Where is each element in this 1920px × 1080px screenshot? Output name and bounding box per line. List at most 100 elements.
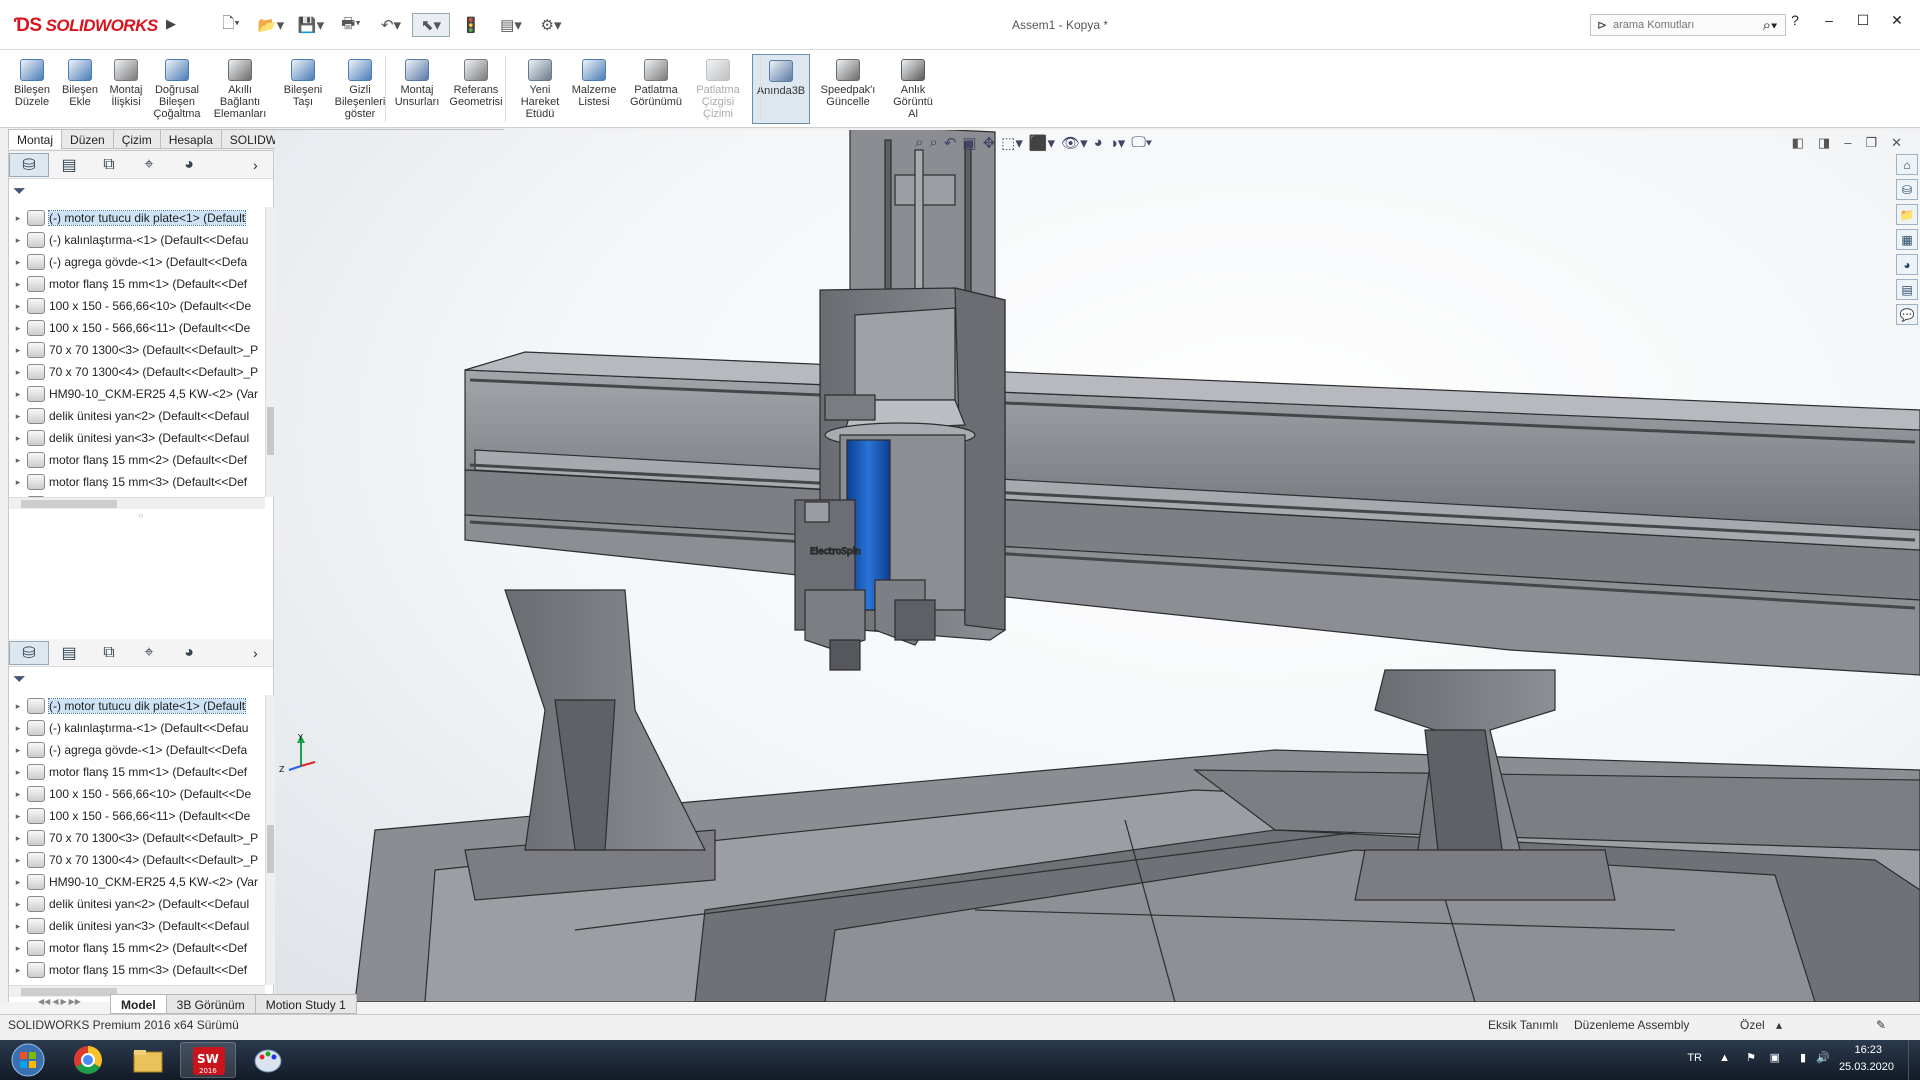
- tree-item[interactable]: ▸ 100 x 150 - 566,66<11> (Default<<De: [9, 805, 265, 827]
- expand-arrow-icon[interactable]: ▸: [9, 767, 27, 778]
- bill-of-materials-button[interactable]: Malzeme Listesi: [568, 54, 620, 124]
- volume-icon[interactable]: 🔊: [1816, 1051, 1830, 1064]
- view-palette-icon[interactable]: ▦: [1896, 229, 1918, 250]
- expand-arrow-icon[interactable]: ▸: [9, 899, 27, 910]
- expand-arrow-icon[interactable]: ▸: [9, 345, 27, 356]
- tree-item[interactable]: ▸ (-) motor tutucu dik plate<1> (Default: [9, 207, 265, 229]
- rebuild-status-icon[interactable]: ✎: [1876, 1018, 1886, 1032]
- tree-item[interactable]: ▸ delik ünitesi yan<2> (Default<<Defaul: [9, 893, 265, 915]
- show-hidden-components-button[interactable]: Gizli Bileşenleri göster: [332, 54, 388, 124]
- smart-fasteners-button[interactable]: Akıllı Bağlantı Elemanları: [208, 54, 272, 124]
- menu-expand-icon[interactable]: ▶: [166, 16, 182, 34]
- tree-item[interactable]: ▸ 70 x 70 1300<4> (Default<<Default>_P: [9, 849, 265, 871]
- viewport-close-icon[interactable]: ✕: [1891, 135, 1902, 151]
- tree-item[interactable]: ▸ (-) kalınlaştırma-<1> (Default<<Defau: [9, 229, 265, 251]
- open-icon[interactable]: 📂▾: [252, 13, 290, 37]
- tile-left-icon[interactable]: ◧: [1792, 135, 1804, 151]
- tree-item[interactable]: ▸ delik ünitesi yan<2> (Default<<Defaul: [9, 405, 265, 427]
- tree-item[interactable]: ▸ motor flanş 15 mm<1> (Default<<Def: [9, 761, 265, 783]
- tree-item[interactable]: ▸ motor flanş 15 mm<3> (Default<<Def: [9, 471, 265, 493]
- tab-model[interactable]: Model: [110, 994, 167, 1014]
- view-settings-icon[interactable]: 🖵▾: [1131, 134, 1152, 152]
- tree-item[interactable]: ▸ (-) agrega gövde-<1> (Default<<Defa: [9, 739, 265, 761]
- explode-line-sketch-button[interactable]: Patlatma Çizgisi Çizimi: [690, 54, 746, 124]
- search-icon[interactable]: ⌕▾: [1755, 17, 1785, 34]
- expand-arrow-icon[interactable]: ▸: [9, 965, 27, 976]
- tab-scroll-arrows[interactable]: ◀◀ ◀ ▶ ▶▶: [38, 997, 81, 1006]
- custom-properties-icon[interactable]: ▤: [1896, 279, 1918, 300]
- property-manager-icon[interactable]: ▤: [49, 153, 89, 177]
- tree-item[interactable]: ▸ HM90-10_CKM-ER25 4,5 KW-<2> (Var: [9, 871, 265, 893]
- linear-pattern-button[interactable]: Doğrusal Bileşen Çoğaltma: [150, 54, 204, 124]
- solidworks-logo[interactable]: ƊS SOLIDWORKS: [14, 11, 162, 41]
- component-edit-button[interactable]: Bileşen Düzele: [10, 54, 54, 124]
- tab-montaj[interactable]: Montaj: [8, 129, 63, 149]
- expand-arrow-icon[interactable]: ▸: [9, 279, 27, 290]
- tab-çizim[interactable]: Çizim: [113, 129, 161, 149]
- home-icon[interactable]: ⌂: [1896, 154, 1918, 175]
- forum-icon[interactable]: 💬: [1896, 304, 1918, 325]
- action-center-icon[interactable]: ⚑: [1746, 1051, 1756, 1064]
- expand-arrow-icon[interactable]: ▸: [9, 323, 27, 334]
- help-button[interactable]: ?: [1782, 12, 1808, 29]
- device-icon[interactable]: ▣: [1770, 1051, 1780, 1064]
- tree-item[interactable]: ▸ delik ünitesi yan<3> (Default<<Defaul: [9, 915, 265, 937]
- tree-item[interactable]: ▸ HM90-10_CKM-ER25 4,5 KW-<2> (Var: [9, 383, 265, 405]
- expand-arrow-icon[interactable]: ▸: [9, 477, 27, 488]
- expand-arrow-icon[interactable]: ▸: [9, 833, 27, 844]
- minimize-button[interactable]: –: [1816, 12, 1842, 29]
- property-manager-icon[interactable]: ▤: [49, 641, 89, 665]
- expand-arrow-icon[interactable]: ▸: [9, 723, 27, 734]
- expand-arrow-icon[interactable]: ▸: [9, 301, 27, 312]
- apply-scene-icon[interactable]: ◑▾: [1109, 134, 1126, 152]
- display-style-icon[interactable]: ⬛▾: [1029, 134, 1055, 152]
- tree-item[interactable]: ▸ motor flanş 15 mm<3> (Default<<Def: [9, 959, 265, 981]
- tree-item[interactable]: ▸ (-) kalınlaştırma-<1> (Default<<Defau: [9, 717, 265, 739]
- tab-hesapla[interactable]: Hesapla: [160, 129, 222, 149]
- configuration-manager-icon[interactable]: ⧉: [89, 153, 129, 177]
- expand-arrow-icon[interactable]: ▸: [9, 701, 27, 712]
- tree-item[interactable]: ▸ 70 x 70 1300<4> (Default<<Default>_P: [9, 361, 265, 383]
- graphics-area[interactable]: ⌕ ⌕ ↶ ▣ ✥ ⬚▾ ⬛▾ 👁▾ ◕ ◑▾ 🖵▾ ◧ ◨ – ❐ ✕ ⌂ ⛁…: [275, 130, 1920, 1002]
- tree-item[interactable]: ▸ (-) motor tutucu dik plate<1> (Default: [9, 695, 265, 717]
- cnc-gantry-model[interactable]: ElectroSpin: [275, 130, 1920, 1002]
- expand-arrow-icon[interactable]: ▸: [9, 367, 27, 378]
- viewport-restore-icon[interactable]: ❐: [1865, 135, 1877, 151]
- view-orientation-icon[interactable]: ⬚▾: [1001, 134, 1023, 152]
- file-explorer-taskbar-icon[interactable]: [120, 1042, 176, 1078]
- tree-item[interactable]: ▸ 70 x 70 1300<3> (Default<<Default>_P: [9, 339, 265, 361]
- expand-arrow-icon[interactable]: ▸: [9, 433, 27, 444]
- panel-splitter[interactable]: ○: [9, 511, 273, 521]
- dynamic-annotation-icon[interactable]: ✥: [983, 134, 996, 152]
- assembly-features-button[interactable]: Montaj Unsurları: [392, 54, 442, 124]
- save-icon[interactable]: 💾▾: [292, 13, 330, 37]
- previous-view-icon[interactable]: ↶: [944, 134, 957, 152]
- tree-bottom-scrollbar[interactable]: [265, 695, 274, 985]
- show-hidden-icons-icon[interactable]: ▲: [1719, 1052, 1730, 1064]
- expand-arrow-icon[interactable]: ▸: [9, 943, 27, 954]
- tree-item[interactable]: ▸ (-) agrega gövde-<1> (Default<<Defa: [9, 251, 265, 273]
- mate-button[interactable]: Montaj İlişkisi: [104, 54, 148, 124]
- tree-item[interactable]: ▸ 100 x 150 - 566,66<10> (Default<<De: [9, 295, 265, 317]
- design-library-icon[interactable]: ⛁: [1896, 179, 1918, 200]
- chevron-right-icon[interactable]: ›: [253, 645, 273, 661]
- new-document-icon[interactable]: 🗋▾: [212, 13, 250, 37]
- units-chevron-icon[interactable]: ▴: [1776, 1018, 1782, 1032]
- edit-appearance-icon[interactable]: ◕: [1094, 134, 1103, 152]
- expand-arrow-icon[interactable]: ▸: [9, 811, 27, 822]
- tree-item[interactable]: ▸ 100 x 150 - 566,66<11> (Default<<De: [9, 317, 265, 339]
- update-speedpak-button[interactable]: Speedpak'ı Güncelle: [814, 54, 882, 124]
- expand-arrow-icon[interactable]: ▸: [9, 855, 27, 866]
- tree-item[interactable]: ▸ motor flanş 15 mm<2> (Default<<Def: [9, 937, 265, 959]
- clock-time[interactable]: 16:23: [1854, 1044, 1882, 1056]
- tree-item[interactable]: ▸ delik ünitesi yan<3> (Default<<Defaul: [9, 427, 265, 449]
- undo-icon[interactable]: ↶▾: [372, 13, 410, 37]
- select-cursor-icon[interactable]: ⬉▾: [412, 13, 450, 37]
- expand-arrow-icon[interactable]: ▸: [9, 455, 27, 466]
- feature-tree-icon[interactable]: ⛁: [9, 152, 49, 177]
- tree-item[interactable]: ▸ 100 x 150 - 566,66<10> (Default<<De: [9, 783, 265, 805]
- network-icon[interactable]: ▮: [1800, 1051, 1806, 1064]
- expand-arrow-icon[interactable]: ▸: [9, 257, 27, 268]
- tab-düzen[interactable]: Düzen: [62, 129, 114, 149]
- expand-arrow-icon[interactable]: ▸: [9, 235, 27, 246]
